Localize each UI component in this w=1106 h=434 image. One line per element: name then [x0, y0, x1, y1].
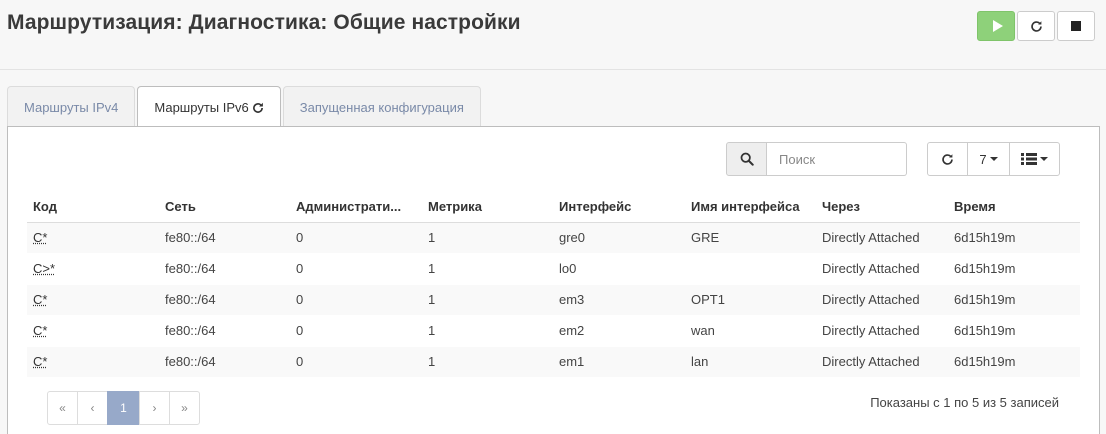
- route-network: fe80::/64: [159, 314, 290, 346]
- column-header-interface-name[interactable]: Имя интерфейса: [685, 191, 816, 223]
- route-via: Directly Attached: [816, 221, 948, 253]
- columns-dropdown[interactable]: [1009, 142, 1060, 176]
- columns-list-icon: [1021, 153, 1037, 165]
- route-time: 6d15h19m: [948, 314, 1080, 346]
- caret-down-icon: [1040, 157, 1048, 161]
- route-code[interactable]: C>*: [27, 252, 159, 284]
- rows-per-page-value: 7: [979, 151, 987, 167]
- tab-label: Маршруты IPv4: [24, 99, 119, 115]
- route-code[interactable]: C*: [27, 283, 159, 315]
- tab-running-config[interactable]: Запущенная конфигурация: [282, 86, 481, 127]
- route-via: Directly Attached: [816, 283, 948, 315]
- page-title: Маршрутизация: Диагностика: Общие настро…: [7, 11, 521, 34]
- tab-ipv6-routes[interactable]: Маршруты IPv6: [137, 86, 281, 128]
- play-button[interactable]: [977, 11, 1015, 41]
- routes-table: Код Сеть Администрати... Метрика Интерфе…: [27, 191, 1080, 377]
- route-admin-distance: 0: [290, 283, 422, 315]
- search-icon: [740, 152, 754, 166]
- route-via: Directly Attached: [816, 345, 948, 377]
- page-header: Маршрутизация: Диагностика: Общие настро…: [0, 0, 1106, 70]
- route-interface-name: OPT1: [685, 283, 816, 315]
- table-row: C* fe80::/64 0 1 em2 wan Directly Attach…: [27, 314, 1080, 346]
- pagination: « ‹ 1 › »: [47, 391, 200, 425]
- route-interface: em2: [553, 314, 685, 346]
- column-header-network[interactable]: Сеть: [159, 191, 290, 223]
- stop-icon: [1071, 21, 1081, 31]
- refresh-icon: [1030, 20, 1042, 32]
- refresh-icon: [942, 153, 953, 165]
- route-interface-name: wan: [685, 314, 816, 346]
- route-via: Directly Attached: [816, 314, 948, 346]
- route-network: fe80::/64: [159, 252, 290, 284]
- tab-label: Маршруты IPv6: [154, 100, 249, 115]
- tab-ipv4-routes[interactable]: Маршруты IPv4: [7, 86, 136, 127]
- rows-per-page-dropdown[interactable]: 7: [967, 142, 1010, 176]
- header-actions: [975, 11, 1095, 41]
- records-info: Показаны с 1 по 5 из 5 записей: [870, 395, 1059, 410]
- prev-page-button[interactable]: ‹: [77, 391, 108, 425]
- route-network: fe80::/64: [159, 283, 290, 315]
- route-via: Directly Attached: [816, 252, 948, 284]
- route-time: 6d15h19m: [948, 283, 1080, 315]
- route-code[interactable]: C*: [27, 345, 159, 377]
- route-interface: em1: [553, 345, 685, 377]
- routes-panel: 7 Код Сеть Администрати... Метрика Интер…: [7, 126, 1100, 434]
- route-code[interactable]: C*: [27, 221, 159, 253]
- route-metric: 1: [422, 314, 553, 346]
- table-row: C* fe80::/64 0 1 gre0 GRE Directly Attac…: [27, 221, 1080, 253]
- last-page-button[interactable]: »: [169, 391, 200, 425]
- column-header-code[interactable]: Код: [27, 191, 159, 223]
- route-admin-distance: 0: [290, 252, 422, 284]
- search-group: [726, 142, 907, 176]
- reload-button[interactable]: [1017, 11, 1055, 41]
- play-icon: [992, 20, 1003, 32]
- stop-button[interactable]: [1057, 11, 1095, 41]
- route-interface: gre0: [553, 221, 685, 253]
- tab-bar: Маршруты IPv4 Маршруты IPv6 Запущенная к…: [7, 86, 483, 128]
- search-input[interactable]: [767, 142, 907, 176]
- route-metric: 1: [422, 345, 553, 377]
- route-metric: 1: [422, 283, 553, 315]
- route-metric: 1: [422, 221, 553, 253]
- route-network: fe80::/64: [159, 221, 290, 253]
- column-header-metric[interactable]: Метрика: [422, 191, 553, 223]
- caret-down-icon: [989, 157, 998, 161]
- table-row: C>* fe80::/64 0 1 lo0 Directly Attached …: [27, 252, 1080, 284]
- route-time: 6d15h19m: [948, 221, 1080, 253]
- route-metric: 1: [422, 252, 553, 284]
- table-row: C* fe80::/64 0 1 em1 lan Directly Attach…: [27, 345, 1080, 377]
- column-header-admin-distance[interactable]: Администрати...: [290, 191, 422, 223]
- table-header-row: Код Сеть Администрати... Метрика Интерфе…: [27, 191, 1080, 223]
- route-interface: lo0: [553, 252, 685, 284]
- search-addon: [726, 142, 767, 176]
- route-network: fe80::/64: [159, 345, 290, 377]
- column-header-time[interactable]: Время: [948, 191, 1080, 223]
- route-time: 6d15h19m: [948, 252, 1080, 284]
- route-admin-distance: 0: [290, 221, 422, 253]
- route-admin-distance: 0: [290, 345, 422, 377]
- route-time: 6d15h19m: [948, 345, 1080, 377]
- route-interface: em3: [553, 283, 685, 315]
- route-code[interactable]: C*: [27, 314, 159, 346]
- first-page-button[interactable]: «: [47, 391, 78, 425]
- refresh-button[interactable]: [927, 142, 968, 176]
- route-admin-distance: 0: [290, 314, 422, 346]
- route-interface-name: lan: [685, 345, 816, 377]
- column-header-via[interactable]: Через: [816, 191, 948, 223]
- table-row: C* fe80::/64 0 1 em3 OPT1 Directly Attac…: [27, 283, 1080, 315]
- route-interface-name: GRE: [685, 221, 816, 253]
- grid-actions: 7: [927, 142, 1060, 176]
- next-page-button[interactable]: ›: [139, 391, 170, 425]
- refresh-icon[interactable]: [252, 102, 264, 114]
- page-1-button[interactable]: 1: [107, 391, 140, 425]
- tab-label: Запущенная конфигурация: [299, 99, 464, 115]
- route-interface-name: [685, 252, 816, 284]
- column-header-interface[interactable]: Интерфейс: [553, 191, 685, 223]
